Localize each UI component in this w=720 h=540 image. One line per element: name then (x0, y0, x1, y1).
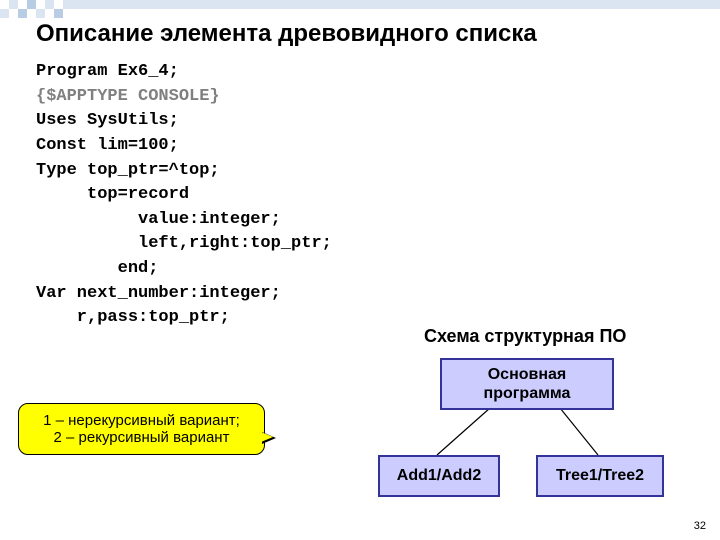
code-line: end; (36, 257, 332, 282)
code-line: left,right:top_ptr; (36, 232, 332, 257)
page-number: 32 (694, 520, 706, 532)
callout-line: 2 – рекурсивный вариант (54, 429, 230, 446)
header-decoration (0, 0, 720, 18)
code-line: {$APPTYPE CONSOLE} (36, 85, 332, 110)
diagram-node-right: Tree1/Tree2 (536, 455, 664, 497)
code-line: Var next_number:integer; (36, 282, 332, 307)
diagram-caption: Схема структурная ПО (424, 326, 626, 347)
code-block: Program Ex6_4; {$APPTYPE CONSOLE} Uses S… (36, 60, 332, 331)
code-line: r,pass:top_ptr; (36, 306, 332, 331)
code-line: Const lim=100; (36, 134, 332, 159)
node-label: Add1/Add2 (397, 466, 481, 485)
diagram-node-main: Основная программа (440, 358, 614, 410)
node-label: Tree1/Tree2 (556, 466, 644, 485)
node-label: Основная программа (484, 365, 571, 403)
code-line: top=record (36, 183, 332, 208)
callout-line: 1 – нерекурсивный вариант; (43, 412, 240, 429)
code-line: Program Ex6_4; (36, 60, 332, 85)
callout-note: 1 – нерекурсивный вариант; 2 – рекурсивн… (18, 403, 265, 455)
code-line: value:integer; (36, 208, 332, 233)
code-line: Type top_ptr=^top; (36, 159, 332, 184)
page-title: Описание элемента древовидного списка (36, 20, 537, 48)
callout-tail (261, 432, 273, 442)
code-line: Uses SysUtils; (36, 109, 332, 134)
diagram-node-left: Add1/Add2 (378, 455, 500, 497)
